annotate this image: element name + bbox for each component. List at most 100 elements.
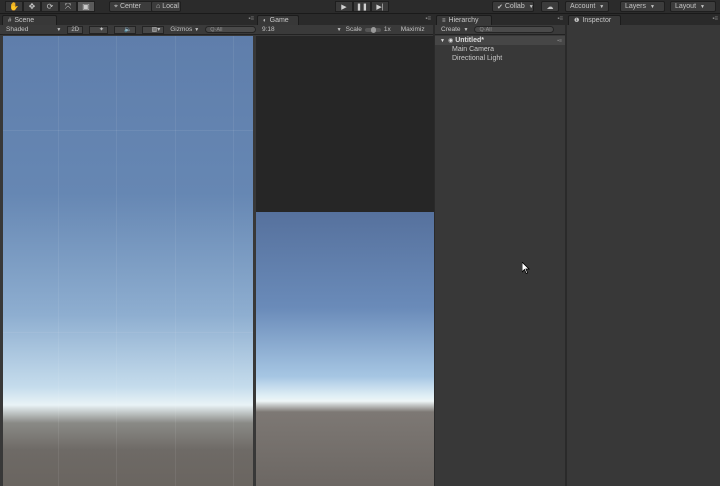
dropdown-arrow-icon: ▼ <box>463 26 469 33</box>
dropdown-arrow-icon: ▼ <box>194 26 200 33</box>
hierarchy-control-bar: Create ▼ Q·All <box>435 25 565 35</box>
panel-menu-icon[interactable]: ▪≡ <box>712 16 718 22</box>
check-icon: ✔ <box>497 3 503 11</box>
create-dropdown[interactable]: Create <box>441 26 461 33</box>
dropdown-arrow-icon: ▼ <box>700 3 705 10</box>
row-menu-icon[interactable]: ▪≡ <box>557 38 562 44</box>
shading-mode-dropdown[interactable]: Shaded <box>6 26 28 33</box>
playback-controls: ▶ ❚❚ ▶| <box>335 1 389 12</box>
gizmos-dropdown[interactable]: Gizmos <box>170 26 192 33</box>
rect-tool-button[interactable]: ▣ <box>77 1 95 12</box>
account-dropdown[interactable]: Account ▼ <box>565 1 609 12</box>
tab-hierarchy[interactable]: ≡ Hierarchy <box>436 15 492 25</box>
scene-panel: # Scene ▪≡ Shaded ▼ 2D ✦ 🔈 ▨▾ Gizmos ▼ Q… <box>0 14 256 486</box>
scale-icon: ⤧ <box>64 1 72 11</box>
collab-dropdown[interactable]: ✔ Collab ▼ <box>492 1 534 12</box>
grid-line <box>175 36 176 486</box>
maximize-on-play-toggle[interactable]: Maximiz <box>401 26 425 33</box>
collab-label: Collab <box>504 3 525 10</box>
scale-tool-button[interactable]: ⤧ <box>59 1 77 12</box>
hierarchy-item-main-camera[interactable]: Main Camera <box>435 45 565 54</box>
inspector-tab-label: Inspector <box>582 17 612 24</box>
scene-row[interactable]: ▼ ◉ Untitled* ▪≡ <box>435 36 565 45</box>
game-tab-label: Game <box>269 17 289 24</box>
hierarchy-item-directional-light[interactable]: Directional Light <box>435 54 565 63</box>
pause-icon: ❚❚ <box>356 3 368 11</box>
layers-label: Layers <box>625 3 647 10</box>
image-icon: ▨▾ <box>151 27 161 33</box>
unity-scene-icon: ◉ <box>447 38 454 44</box>
layout-dropdown[interactable]: Layout ▼ <box>670 1 716 12</box>
aspect-dropdown[interactable]: 9:18 <box>262 26 275 33</box>
rotate-tool-button[interactable]: ⟳ <box>41 1 59 12</box>
hand-tool-button[interactable]: ✋ <box>5 1 23 12</box>
grid-line <box>3 332 253 333</box>
panel-menu-icon[interactable]: ▪≡ <box>557 16 563 22</box>
game-panel: ◐ Game ▪≡ 9:18 ▼ Scale 1x Maximiz <box>256 14 434 486</box>
dropdown-arrow-icon: ▼ <box>650 3 655 10</box>
mode-2d-toggle[interactable]: 2D <box>67 25 84 34</box>
space-toggle[interactable]: ⌂ Local <box>151 1 181 12</box>
grid-line <box>58 36 59 486</box>
dropdown-arrow-icon: ▼ <box>336 26 342 33</box>
scene-viewport[interactable] <box>3 36 253 486</box>
tab-game[interactable]: ◐ Game <box>257 15 299 25</box>
inspector-tabbar: ❶ Inspector ▪≡ <box>567 14 720 25</box>
rect-icon: ▣ <box>82 1 90 11</box>
step-button[interactable]: ▶| <box>371 1 389 12</box>
scene-grid-icon: # <box>8 17 12 24</box>
hierarchy-panel: ≡ Hierarchy ▪≡ Create ▼ Q·All ▼ ◉ Untitl… <box>435 14 565 486</box>
grid-line <box>116 36 117 486</box>
scale-slider[interactable] <box>364 26 381 33</box>
scene-tab-label: Scene <box>14 17 35 24</box>
grid-line <box>3 130 253 131</box>
hierarchy-list: ▼ ◉ Untitled* ▪≡ Main Camera Directional… <box>435 36 565 63</box>
game-icon: ◐ <box>263 17 267 24</box>
step-icon: ▶| <box>376 3 384 11</box>
audio-toggle[interactable]: 🔈 <box>114 25 136 34</box>
account-label: Account <box>570 3 596 10</box>
panel-menu-icon[interactable]: ▪≡ <box>425 16 431 22</box>
speaker-icon: 🔈 <box>124 27 132 33</box>
move-icon: ✥ <box>28 1 36 11</box>
slider-thumb[interactable] <box>370 26 376 33</box>
scene-tabbar: # Scene ▪≡ <box>0 14 256 25</box>
play-icon: ▶ <box>341 3 347 11</box>
pause-button[interactable]: ❚❚ <box>353 1 371 12</box>
game-letterbox <box>256 36 434 212</box>
game-viewport[interactable] <box>256 212 434 486</box>
pivot-icon: ⌖ <box>114 2 118 10</box>
cloud-icon: ☁ <box>546 3 554 11</box>
game-tabbar: ◐ Game ▪≡ <box>256 14 433 25</box>
panel-menu-icon[interactable]: ▪≡ <box>248 16 254 22</box>
hierarchy-search-input[interactable]: Q·All <box>474 26 555 33</box>
main-toolbar: ✋ ✥ ⟳ ⤧ ▣ ⌖ Center ⌂ Local ▶ ❚❚ ▶| ✔ Col… <box>0 0 720 14</box>
grid-line <box>233 36 234 486</box>
space-label: Local <box>162 3 179 10</box>
play-button[interactable]: ▶ <box>335 1 353 12</box>
transform-tools: ✋ ✥ ⟳ ⤧ ▣ <box>5 1 95 12</box>
scale-label: Scale <box>345 26 362 33</box>
expand-arrow-icon[interactable]: ▼ <box>440 38 445 44</box>
dropdown-arrow-icon: ▼ <box>56 26 62 33</box>
scale-value: 1x <box>383 26 391 33</box>
game-control-bar: 9:18 ▼ Scale 1x Maximiz <box>256 25 433 35</box>
hierarchy-item-label: Directional Light <box>452 55 503 62</box>
dropdown-arrow-icon: ▼ <box>599 3 605 10</box>
scene-search-input[interactable]: Q·All <box>205 26 256 33</box>
tab-scene[interactable]: # Scene <box>2 15 57 25</box>
pivot-toggle[interactable]: ⌖ Center <box>109 1 153 12</box>
cloud-button[interactable]: ☁ <box>541 1 559 12</box>
tab-inspector[interactable]: ❶ Inspector <box>568 15 621 25</box>
move-tool-button[interactable]: ✥ <box>23 1 41 12</box>
layers-dropdown[interactable]: Layers ▼ <box>620 1 665 12</box>
local-icon: ⌂ <box>156 3 161 10</box>
sun-icon: ✦ <box>99 27 105 33</box>
rotate-icon: ⟳ <box>46 1 54 11</box>
mouse-cursor-icon <box>522 262 530 274</box>
effects-dropdown[interactable]: ▨▾ <box>141 25 165 34</box>
lighting-toggle[interactable]: ✦ <box>89 25 109 34</box>
layout-label: Layout <box>675 3 697 10</box>
hierarchy-item-label: Main Camera <box>452 46 495 53</box>
hierarchy-tabbar: ≡ Hierarchy ▪≡ <box>435 14 565 25</box>
